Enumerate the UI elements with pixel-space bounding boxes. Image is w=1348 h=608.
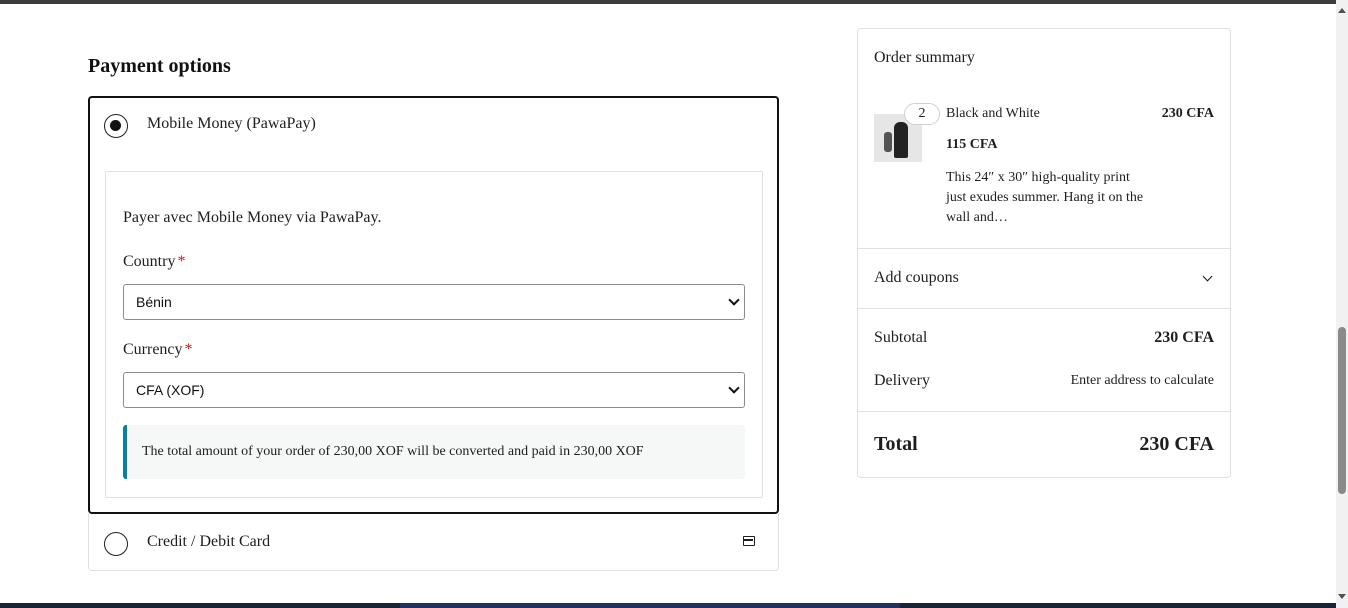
conversion-notice: The total amount of your order of 230,00… <box>123 425 745 479</box>
bottom-edge <box>0 603 1336 608</box>
subtotal-value: 230 CFA <box>1154 329 1214 346</box>
required-marker: * <box>177 253 186 270</box>
chevron-down-icon <box>728 294 740 306</box>
total-value: 230 CFA <box>1139 433 1214 455</box>
page-scrollbar[interactable] <box>1336 0 1348 608</box>
card-radio[interactable] <box>104 532 128 556</box>
thumbnail-figure <box>894 122 908 158</box>
item-unit-price: 115 CFA <box>946 137 998 152</box>
mobile-money-radio[interactable] <box>104 114 128 138</box>
item-total-price: 230 CFA <box>1161 106 1214 121</box>
currency-label: Currency * <box>123 341 193 359</box>
add-coupons-toggle[interactable]: Add coupons <box>874 269 959 287</box>
payment-method-card[interactable]: Credit / Debit Card <box>88 514 779 571</box>
scroll-up-icon[interactable] <box>1338 8 1346 13</box>
chevron-down-icon <box>728 382 740 394</box>
currency-select-value: CFA (XOF) <box>136 382 205 398</box>
card-label[interactable]: Credit / Debit Card <box>147 533 270 551</box>
payment-method-mobile-money[interactable]: Mobile Money (PawaPay) Payer avec Mobile… <box>88 96 779 514</box>
quantity-badge: 2 <box>904 103 940 125</box>
item-name: Black and White <box>946 106 1040 121</box>
mobile-money-panel: Payer avec Mobile Money via PawaPay. Cou… <box>105 171 763 498</box>
mobile-money-description: Payer avec Mobile Money via PawaPay. <box>123 209 382 226</box>
country-label: Country * <box>123 253 185 271</box>
required-marker: * <box>184 341 193 358</box>
order-summary-title: Order summary <box>874 49 975 66</box>
order-summary: Order summary 2 Black and White 230 CFA … <box>857 28 1231 478</box>
delivery-label: Delivery <box>874 372 930 389</box>
item-description: This 24″ x 30″ high-quality print just e… <box>946 170 1144 225</box>
payment-options-heading: Payment options <box>88 55 231 77</box>
chevron-down-icon[interactable] <box>1202 271 1213 282</box>
total-label: Total <box>874 433 918 455</box>
country-select-value: Bénin <box>136 294 172 310</box>
scroll-down-icon[interactable] <box>1338 594 1346 599</box>
thumbnail-figure <box>884 132 892 152</box>
currency-label-text: Currency <box>123 341 183 358</box>
scrollbar-thumb[interactable] <box>1338 327 1346 494</box>
country-select[interactable]: Bénin <box>123 284 745 320</box>
bottom-edge-glow <box>400 603 900 608</box>
top-edge <box>0 0 1348 4</box>
subtotal-label: Subtotal <box>874 329 928 346</box>
divider <box>858 248 1230 249</box>
currency-select[interactable]: CFA (XOF) <box>123 372 745 408</box>
credit-card-icon <box>743 536 755 546</box>
mobile-money-label[interactable]: Mobile Money (PawaPay) <box>147 115 316 133</box>
divider <box>858 308 1230 309</box>
divider <box>858 411 1230 412</box>
country-label-text: Country <box>123 253 176 270</box>
delivery-value: Enter address to calculate <box>1070 373 1214 388</box>
